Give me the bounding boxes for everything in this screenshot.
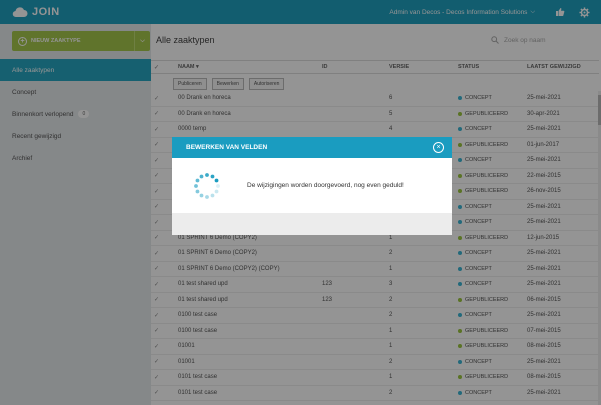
dialog-title: BEWERKEN VAN VELDEN [186,144,268,151]
dialog-body: De wijzigingen worden doorgevoerd, nog e… [172,158,452,213]
dialog-header: BEWERKEN VAN VELDEN [172,137,452,158]
processing-dialog: BEWERKEN VAN VELDEN × De wijzigingen wor… [172,137,452,235]
close-icon[interactable]: × [433,142,444,153]
loading-spinner-icon [194,172,220,199]
dialog-message: De wijzigingen worden doorgevoerd, nog e… [247,182,404,189]
dialog-footer [172,213,452,235]
